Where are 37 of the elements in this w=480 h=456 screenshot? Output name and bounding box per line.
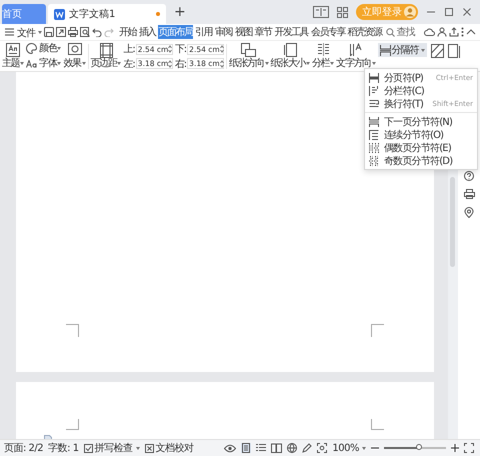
font-button[interactable]: 字体 [39, 58, 62, 69]
margin-label: 右: [174, 58, 186, 71]
file-menu[interactable]: 文件 [17, 24, 35, 40]
document-tab[interactable]: 文字文稿1 [48, 4, 166, 24]
margin-label: 上: [123, 42, 135, 56]
layout-button[interactable]: 文字方向 [336, 58, 376, 69]
zoom-dropdown[interactable]: 100% [332, 442, 366, 454]
separator-button[interactable]: 分隔符 [378, 43, 427, 57]
layout-button[interactable]: 分栏 [312, 58, 334, 69]
margins-button[interactable]: 页边距 [90, 58, 122, 69]
menu-item[interactable]: 下一页分节符(N) [365, 115, 477, 128]
layout-button[interactable]: 纸张大小 [270, 58, 310, 69]
menu-item[interactable]: 奇数页分节符(D) [365, 154, 477, 167]
new-tab-button[interactable]: + [174, 4, 186, 20]
ribbon-tab[interactable]: 章节 [254, 25, 272, 39]
ribbon-tab[interactable]: 视图 [234, 25, 253, 39]
color-button[interactable]: 颜色 [39, 43, 62, 54]
ribbon-tab[interactable]: 开发工具 [273, 25, 310, 39]
word-count: 字数: 1 [48, 442, 79, 455]
ribbon-tab[interactable]: 审阅 [214, 25, 233, 39]
margin-label: 左: [123, 58, 135, 71]
ribbon-tab[interactable]: 稻壳资源 [346, 25, 382, 39]
margin-label: 下: [174, 43, 186, 56]
ribbon-tab[interactable]: 开始 [118, 25, 137, 39]
ribbon-tab[interactable]: 会员专享 [310, 25, 346, 39]
ribbon-tab[interactable]: 页面布局 [158, 25, 194, 39]
spell-check-button[interactable]: 拼写检查 [84, 441, 140, 455]
ribbon-tab[interactable]: 引用 [194, 25, 214, 39]
layout-button[interactable]: 纸张方向 [229, 58, 269, 69]
page-count: 页面: 2/2 [4, 442, 44, 455]
menu-item[interactable]: 偶数页分节符(E) [365, 141, 477, 154]
theme-button[interactable]: 主题 [2, 58, 24, 69]
proofread-button[interactable]: 文档校对 [144, 441, 194, 455]
search-button[interactable]: 查找 [386, 25, 414, 39]
menu-item[interactable]: 分栏符(C) [365, 84, 477, 97]
ribbon-tab[interactable]: 插入 [138, 25, 157, 39]
menu-item[interactable]: 连续分节符(O) [365, 128, 477, 141]
